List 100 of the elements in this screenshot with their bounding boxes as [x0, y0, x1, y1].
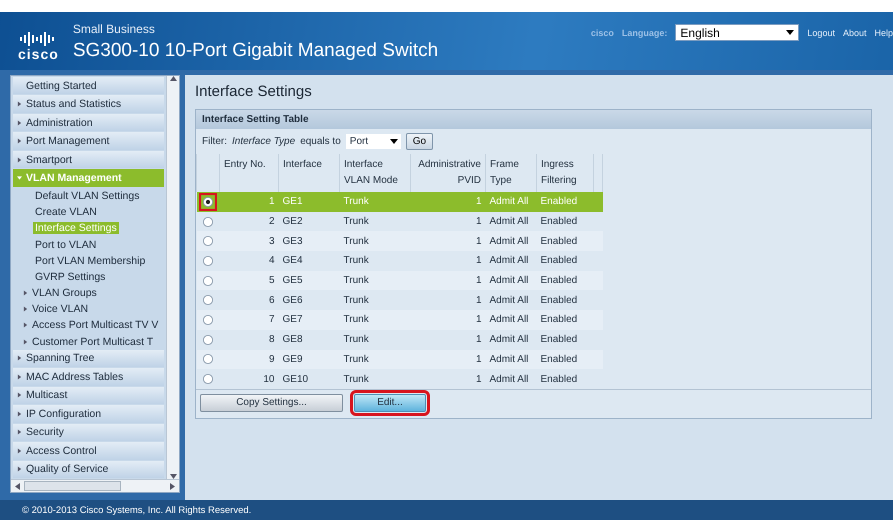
collapsed-arrow-icon[interactable]	[17, 466, 22, 472]
sidebar-item[interactable]: MAC Address Tables	[13, 368, 164, 386]
language-label: Language:	[622, 28, 668, 38]
dropdown-caret-icon[interactable]	[786, 30, 794, 35]
header-link[interactable]: Logout	[807, 28, 835, 38]
sidebar-item[interactable]: Access Control	[13, 442, 164, 460]
table-cell: Enabled	[540, 334, 578, 346]
sidebar-item[interactable]: Create VLAN	[35, 206, 97, 218]
table-cell: Enabled	[540, 354, 578, 365]
sidebar-item[interactable]: VLAN Groups	[32, 287, 97, 300]
table-cell: Trunk	[344, 236, 369, 247]
sidebar-item[interactable]: Customer Port Multicast T	[32, 336, 154, 348]
sidebar-item[interactable]: GVRP Settings	[35, 270, 106, 283]
scroll-left-icon[interactable]	[15, 482, 20, 490]
table-cell: Enabled	[540, 255, 578, 266]
table-cell: 1	[476, 216, 482, 228]
copy-button[interactable]: Copy Settings...	[200, 394, 343, 412]
table-cell: Admit All	[490, 314, 528, 326]
table-cell: Enabled	[540, 236, 578, 247]
sidebar-item[interactable]: Multicast	[13, 386, 164, 404]
sidebar-item[interactable]: Voice VLAN	[32, 303, 88, 316]
scroll-up-icon[interactable]	[170, 76, 176, 81]
table-cell: Trunk	[344, 216, 369, 228]
table-cell: 4	[268, 255, 274, 266]
sidebar-item[interactable]: Access Port Multicast TV V	[32, 319, 158, 332]
sidebar-item[interactable]: Administration	[13, 114, 164, 132]
table-cell: Enabled	[540, 314, 578, 326]
collapsed-arrow-icon[interactable]	[17, 101, 22, 108]
collapsed-arrow-icon[interactable]	[17, 138, 22, 144]
sidebar-item[interactable]: Port VLAN Membership	[35, 254, 146, 267]
horizontal-scrollbar[interactable]	[11, 479, 179, 492]
collapsed-arrow-icon[interactable]	[23, 322, 28, 328]
collapsed-arrow-icon[interactable]	[17, 429, 22, 436]
header-link[interactable]: About	[842, 28, 866, 38]
table-cell: 10	[263, 374, 274, 385]
language-select[interactable]: English	[675, 24, 800, 41]
table-cell: 1	[476, 334, 482, 346]
sidebar-item[interactable]: Default VLAN Settings	[35, 190, 140, 202]
sidebar-item[interactable]: Smartport	[13, 150, 164, 168]
vertical-scrollbar[interactable]	[166, 76, 179, 479]
table-cell: 1	[268, 196, 274, 208]
collapsed-arrow-icon[interactable]	[23, 306, 28, 312]
sidebar-item[interactable]: Getting Started	[13, 77, 164, 94]
collapsed-arrow-icon[interactable]	[17, 374, 22, 380]
collapsed-arrow-icon[interactable]	[23, 290, 28, 296]
column-header: Interface	[283, 159, 322, 170]
radio-button[interactable]	[199, 192, 217, 211]
sidebar-item[interactable]: Spanning Tree	[13, 350, 164, 368]
table-cell: 1	[476, 255, 482, 266]
column-header: Entry No.	[224, 159, 266, 170]
collapsed-arrow-icon[interactable]	[23, 338, 28, 345]
collapsed-arrow-icon[interactable]	[17, 156, 22, 163]
filter-select[interactable]: Port	[346, 134, 401, 149]
table-cell: 1	[476, 354, 482, 365]
column-header: Interface VLAN Mode	[344, 159, 398, 186]
table-cell: GE2	[282, 216, 303, 228]
table-cell: 1	[476, 196, 482, 208]
sidebar-item[interactable]: Status and Statistics	[13, 95, 164, 113]
table-cell: 1	[476, 294, 482, 306]
table-cell: 1	[476, 314, 482, 326]
collapsed-arrow-icon[interactable]	[17, 410, 22, 417]
table-cell: Trunk	[344, 255, 369, 266]
sidebar-item[interactable]: IP Configuration	[13, 405, 164, 423]
table-cell: 5	[268, 275, 274, 286]
header-link[interactable]: Help	[874, 28, 893, 38]
brand-name: cisco	[18, 47, 59, 61]
go-button[interactable]: Go	[406, 133, 434, 150]
table-cell: Enabled	[540, 216, 578, 228]
table-cell: Trunk	[344, 374, 369, 385]
collapsed-arrow-icon[interactable]	[17, 392, 22, 398]
table-cell: 6	[268, 294, 274, 306]
table-cell: Admit All	[490, 334, 528, 346]
column-header: Administrative PVID	[418, 159, 481, 186]
sidebar-item[interactable]: Security	[13, 424, 164, 442]
table-cell: GE8	[282, 334, 303, 346]
sidebar-item[interactable]: Quality of Service	[13, 460, 164, 478]
copyright-text: © 2010-2013 Cisco Systems, Inc. All Rights Reserved.	[22, 504, 252, 516]
table-cell: GE5	[282, 275, 303, 286]
table-cell: Enabled	[540, 294, 578, 306]
table-cell: 1	[476, 374, 482, 385]
table-cell: 7	[268, 314, 274, 326]
table-cell: Admit All	[490, 236, 528, 247]
column-header: Frame Type	[490, 159, 519, 186]
table-cell: Admit All	[490, 196, 528, 208]
table-cell: Enabled	[540, 196, 578, 208]
collapsed-arrow-icon[interactable]	[17, 355, 22, 362]
collapsed-arrow-icon[interactable]	[17, 448, 22, 454]
table-cell: GE10	[282, 374, 308, 385]
sidebar-item[interactable]: Port to VLAN	[35, 238, 96, 250]
sidebar-item[interactable]: Port Management	[13, 132, 164, 150]
table-cell: GE3	[282, 236, 303, 247]
table-cell: Admit All	[490, 275, 528, 286]
table-cell: Trunk	[344, 334, 369, 346]
scroll-right-icon[interactable]	[170, 482, 175, 490]
table-cell: 2	[268, 216, 274, 228]
dropdown-caret-icon[interactable]	[390, 139, 398, 144]
collapsed-arrow-icon[interactable]	[17, 120, 22, 126]
filter-operator: equals to	[300, 136, 341, 147]
filter-label: Filter:	[202, 136, 227, 147]
filter-field: Interface Type	[232, 136, 296, 147]
